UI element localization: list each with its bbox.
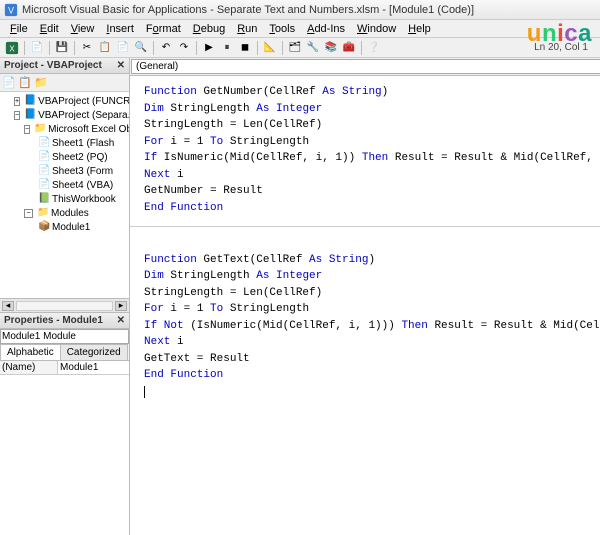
- project-hscroll[interactable]: ◂ ▸: [0, 298, 129, 312]
- project-icon: 📘: [24, 109, 36, 121]
- text-cursor: [144, 386, 145, 398]
- tree-item[interactable]: +📘VBAProject (FUNCRE...: [14, 94, 127, 108]
- code-editor[interactable]: Function GetNumber(CellRef As String) Di…: [130, 76, 600, 535]
- tab-alphabetic[interactable]: Alphabetic: [0, 344, 61, 360]
- menu-addins[interactable]: Add-Ins: [301, 23, 351, 35]
- menu-view[interactable]: View: [65, 23, 101, 35]
- project-panel-header: Project - VBAProject ✕: [0, 58, 129, 74]
- undo-icon[interactable]: ↶: [158, 40, 174, 56]
- view-object-icon[interactable]: 📋: [18, 76, 32, 90]
- tree-item[interactable]: −📁Modules: [24, 206, 127, 220]
- menu-bar: File Edit View Insert Format Debug Run T…: [0, 20, 600, 38]
- project-panel-close-icon[interactable]: ✕: [117, 60, 125, 71]
- redo-icon[interactable]: ↷: [176, 40, 192, 56]
- sheet-icon: 📄: [38, 137, 50, 149]
- tree-item[interactable]: 📦Module1: [38, 220, 127, 234]
- project-tree: +📘VBAProject (FUNCRE... −📘VBAProject (Se…: [0, 92, 129, 298]
- save-icon[interactable]: 💾: [54, 40, 70, 56]
- menu-help[interactable]: Help: [402, 23, 437, 35]
- procedure-separator: [130, 226, 600, 227]
- tree-item[interactable]: 📗ThisWorkbook: [38, 192, 127, 206]
- sheet-icon: 📄: [38, 165, 50, 177]
- scroll-track[interactable]: [16, 301, 113, 311]
- tree-item[interactable]: −📘VBAProject (Separa...: [14, 108, 127, 122]
- menu-file[interactable]: File: [4, 23, 34, 35]
- title-bar: V Microsoft Visual Basic for Application…: [0, 0, 600, 20]
- property-row[interactable]: (Name) Module1: [0, 361, 129, 375]
- svg-text:V: V: [8, 5, 14, 15]
- object-browser-icon[interactable]: 📚: [323, 40, 339, 56]
- properties-panel-close-icon[interactable]: ✕: [117, 315, 125, 326]
- collapse-icon[interactable]: −: [14, 111, 20, 120]
- design-mode-icon[interactable]: 📐: [262, 40, 278, 56]
- run-icon[interactable]: ▶: [201, 40, 217, 56]
- properties-empty-area: [0, 375, 129, 535]
- tree-item[interactable]: 📄Sheet2 (PQ): [38, 150, 127, 164]
- workbook-icon: 📗: [38, 193, 50, 205]
- app-icon: V: [4, 3, 18, 17]
- reset-icon[interactable]: ◼: [237, 40, 253, 56]
- tree-item[interactable]: 📄Sheet4 (VBA): [38, 178, 127, 192]
- insert-object-icon[interactable]: 📄: [29, 40, 45, 56]
- folder-icon: 📁: [34, 123, 46, 135]
- object-combo[interactable]: (General): [131, 59, 600, 74]
- help-icon[interactable]: ❔: [366, 40, 382, 56]
- menu-debug[interactable]: Debug: [187, 23, 231, 35]
- collapse-icon[interactable]: −: [24, 125, 30, 134]
- project-toolbar: 📄 📋 📁: [0, 74, 129, 92]
- menu-run[interactable]: Run: [231, 23, 263, 35]
- cursor-position: Ln 20, Col 1: [534, 42, 588, 53]
- toggle-folders-icon[interactable]: 📁: [34, 76, 48, 90]
- break-icon[interactable]: ⏸: [219, 40, 235, 56]
- menu-insert[interactable]: Insert: [100, 23, 140, 35]
- tab-categorized[interactable]: Categorized: [60, 344, 128, 360]
- properties-window-icon[interactable]: 🔧: [305, 40, 321, 56]
- menu-window[interactable]: Window: [351, 23, 402, 35]
- property-value[interactable]: Module1: [58, 361, 129, 374]
- svg-text:X: X: [9, 44, 15, 53]
- property-name: (Name): [0, 361, 58, 374]
- copy-icon[interactable]: 📋: [97, 40, 113, 56]
- sheet-icon: 📄: [38, 151, 50, 163]
- tree-item[interactable]: 📄Sheet3 (Form: [38, 164, 127, 178]
- toolbox-icon[interactable]: 🧰: [341, 40, 357, 56]
- properties-panel-title: Properties - Module1: [4, 315, 103, 326]
- find-icon[interactable]: 🔍: [133, 40, 149, 56]
- toolbar: X 📄 💾 ✂ 📋 📄 🔍 ↶ ↷ ▶ ⏸ ◼ 📐 🗂 🔧 📚 🧰 ❔ Ln 2…: [0, 38, 600, 58]
- collapse-icon[interactable]: −: [24, 209, 33, 218]
- view-excel-icon[interactable]: X: [4, 40, 20, 56]
- folder-icon: 📁: [37, 207, 49, 219]
- expand-icon[interactable]: +: [14, 97, 20, 106]
- menu-tools[interactable]: Tools: [263, 23, 301, 35]
- object-selector[interactable]: Module1 Module: [0, 329, 129, 344]
- paste-icon[interactable]: 📄: [115, 40, 131, 56]
- scroll-right-icon[interactable]: ▸: [115, 301, 127, 311]
- project-explorer-icon[interactable]: 🗂: [287, 40, 303, 56]
- properties-panel-header: Properties - Module1 ✕: [0, 313, 129, 329]
- module-icon: 📦: [38, 221, 50, 233]
- menu-format[interactable]: Format: [140, 23, 187, 35]
- scroll-left-icon[interactable]: ◂: [2, 301, 14, 311]
- project-panel-title: Project - VBAProject: [4, 60, 102, 71]
- cut-icon[interactable]: ✂: [79, 40, 95, 56]
- tree-item[interactable]: −📁Microsoft Excel Ob...: [24, 122, 127, 136]
- project-icon: 📘: [24, 95, 36, 107]
- menu-edit[interactable]: Edit: [34, 23, 65, 35]
- view-code-icon[interactable]: 📄: [2, 76, 16, 90]
- properties-panel: Properties - Module1 ✕ Module1 Module Al…: [0, 312, 129, 535]
- window-title: Microsoft Visual Basic for Applications …: [22, 4, 474, 16]
- tree-item[interactable]: 📄Sheet1 (Flash: [38, 136, 127, 150]
- sheet-icon: 📄: [38, 179, 50, 191]
